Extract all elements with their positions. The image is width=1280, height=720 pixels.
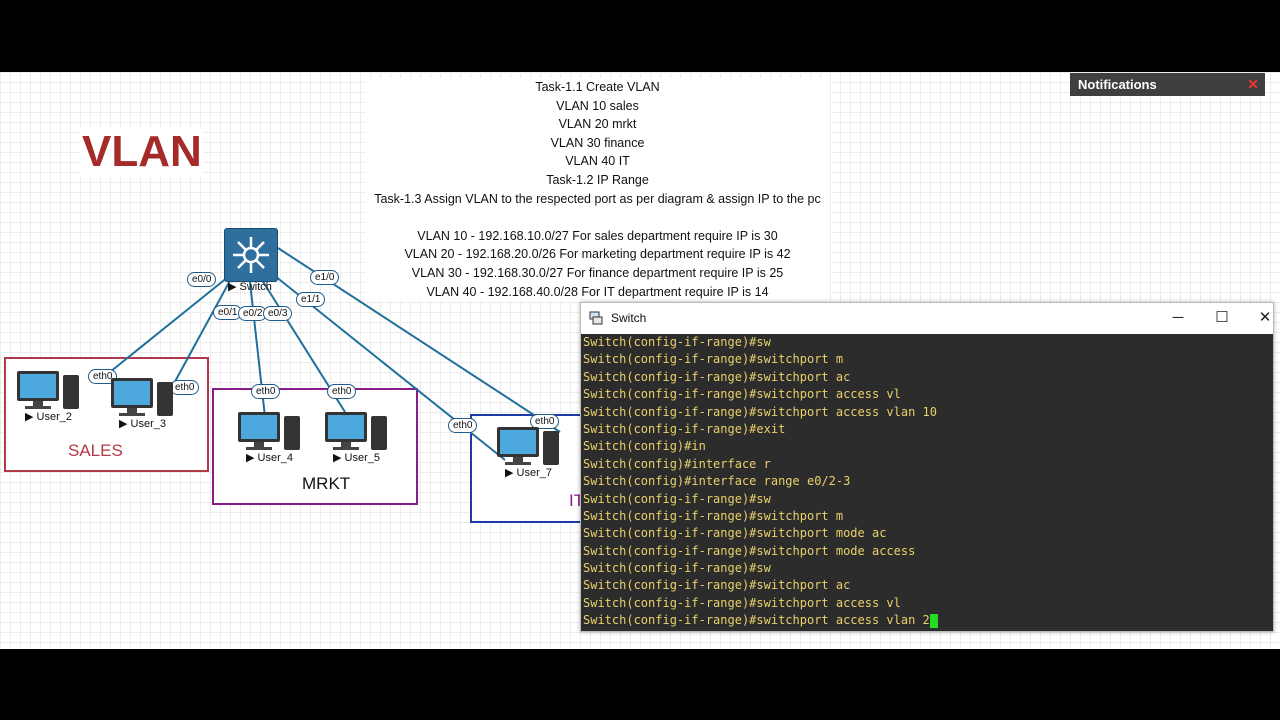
terminal-line: Switch(config-if-range)#switchport mode … — [583, 543, 916, 558]
terminal-line: Switch(config-if-range)#switchport acces… — [583, 595, 901, 610]
terminal-line: Switch(config-if-range)#sw — [583, 561, 771, 576]
pc-tower-icon — [543, 431, 559, 465]
close-button[interactable]: ✕ — [1243, 303, 1280, 333]
terminal-line: Switch(config-if-range)#switchport m — [583, 352, 844, 367]
monitor-icon — [238, 412, 280, 442]
pc-tower-icon — [371, 416, 387, 450]
port-eth0: eth0 — [251, 384, 281, 399]
terminal-line: Switch(config-if-range)#switchport ac — [583, 369, 851, 384]
host-user3[interactable]: ▶ User_3 — [111, 378, 181, 438]
host-user4[interactable]: ▶ User_4 — [238, 412, 308, 472]
terminal-title: Switch — [611, 311, 647, 325]
port-e1-0: e1/0 — [310, 270, 340, 285]
monitor-icon — [111, 378, 153, 408]
terminal-cursor — [929, 613, 938, 628]
terminal-line: Switch(config-if-range)#switchport mode … — [583, 526, 887, 541]
link-sales-user3 — [171, 276, 233, 388]
port-eth0: eth0 — [327, 384, 357, 399]
monitor-icon — [497, 427, 539, 457]
minimize-button[interactable]: ─ — [1156, 303, 1200, 333]
terminal-line: Switch(config-if-range)#exit — [583, 421, 786, 436]
topology-canvas[interactable]: VLAN Task-1.1 Create VLAN VLAN 10 sales … — [0, 72, 1280, 649]
terminal-window[interactable]: Switch ─ ☐ ✕ Switch(config-if-range)#sw … — [580, 302, 1274, 632]
terminal-line: Switch(config-if-range)#switchport acces… — [583, 404, 938, 419]
port-e0-0: e0/0 — [187, 272, 217, 287]
host-user2[interactable]: ▶ User_2 — [17, 371, 87, 431]
terminal-line: Switch(config-if-range)#switchport acces… — [583, 613, 930, 628]
switch-label: ▶ Switch — [228, 281, 272, 293]
host-user5[interactable]: ▶ User_5 — [325, 412, 395, 472]
pc-tower-icon — [284, 416, 300, 450]
port-e1-1: e1/1 — [296, 292, 326, 307]
putty-icon — [589, 311, 603, 325]
port-e0-3: e0/3 — [263, 306, 293, 321]
terminal-output[interactable]: Switch(config-if-range)#sw Switch(config… — [581, 334, 1273, 631]
host-label: ▶ User_3 — [119, 418, 166, 430]
monitor-icon — [17, 371, 59, 401]
terminal-line: Switch(config-if-range)#switchport m — [583, 508, 844, 523]
host-label: ▶ User_4 — [246, 452, 293, 464]
terminal-line: Switch(config-if-range)#sw — [583, 335, 771, 349]
terminal-line: Switch(config)#interface range e0/2-3 — [583, 474, 851, 489]
host-label: ▶ User_5 — [333, 452, 380, 464]
host-label: ▶ User_2 — [25, 411, 72, 423]
switch-icon[interactable] — [224, 228, 278, 282]
monitor-icon — [325, 412, 367, 442]
terminal-line: Switch(config)#in — [583, 439, 706, 454]
maximize-button[interactable]: ☐ — [1200, 303, 1244, 333]
terminal-prompt-line[interactable]: Switch(config-if-range)#switchport acces… — [583, 612, 1273, 629]
terminal-line: Switch(config-if-range)#switchport acces… — [583, 387, 901, 402]
terminal-titlebar[interactable]: Switch ─ ☐ ✕ — [581, 303, 1273, 333]
port-eth0: eth0 — [448, 418, 478, 433]
switch-arrows-icon — [233, 237, 269, 273]
terminal-line: Switch(config-if-range)#switchport ac — [583, 578, 851, 593]
pc-tower-icon — [63, 375, 79, 409]
terminal-line: Switch(config)#interface r — [583, 456, 771, 471]
host-label: ▶ User_7 — [505, 467, 552, 479]
host-user7[interactable]: ▶ User_7 — [497, 427, 567, 487]
terminal-line: Switch(config-if-range)#sw — [583, 491, 771, 506]
pc-tower-icon — [157, 382, 173, 416]
link-sales-user2 — [109, 276, 229, 373]
